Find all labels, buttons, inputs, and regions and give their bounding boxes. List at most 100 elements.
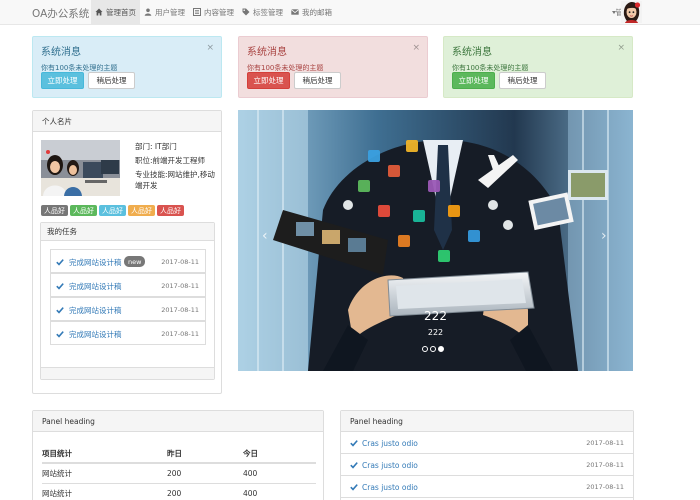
chevron-down-icon[interactable]	[612, 11, 616, 14]
profile-photo	[41, 140, 120, 196]
avatar[interactable]	[621, 1, 642, 23]
carousel-indicator[interactable]	[430, 346, 436, 352]
image-carousel[interactable]: ‹ › 222 222	[238, 110, 633, 371]
column-header: 昨日	[167, 444, 243, 464]
nav-item-label: 内容管理	[204, 7, 234, 17]
top-navbar: OA办公系统 管理首页 用户管理 内容管理 标签管理 我的邮箱 管理员	[0, 0, 700, 25]
label-badge: 人品好	[99, 205, 126, 216]
table-cell: 200	[167, 483, 243, 500]
profile-position: 职位:前端开发工程师	[135, 156, 206, 165]
task-link[interactable]: 完成网站设计稿	[69, 257, 122, 268]
table-cell: 网站统计	[42, 483, 167, 500]
task-date: 2017-08-11	[161, 258, 199, 266]
user-icon	[144, 8, 152, 16]
task-date: 2017-08-11	[161, 306, 199, 314]
list-item[interactable]: 完成网站设计稿 new 2017-08-11	[50, 249, 206, 273]
list-panel: Panel heading Cras justo odio 2017-08-11…	[340, 410, 634, 500]
handle-later-button[interactable]: 稍后处理	[294, 72, 341, 89]
nav-item-label: 管理首页	[106, 7, 136, 17]
alert-title: 系统消息	[247, 47, 287, 58]
carousel-indicator[interactable]	[422, 346, 428, 352]
close-icon[interactable]: ×	[412, 43, 420, 53]
carousel-next-arrow[interactable]: ›	[601, 228, 607, 244]
task-date: 2017-08-11	[161, 282, 199, 290]
table-cell: 400	[243, 483, 316, 500]
close-icon[interactable]: ×	[206, 43, 214, 53]
handle-now-button[interactable]: 立即处理	[41, 72, 84, 89]
checkmark-icon	[350, 484, 358, 491]
nav-item-tags[interactable]: 标签管理	[238, 0, 287, 24]
nav-item-mail[interactable]: 我的邮箱	[287, 0, 336, 24]
main-nav: 管理首页 用户管理 内容管理 标签管理 我的邮箱	[91, 0, 336, 24]
nav-item-label: 标签管理	[253, 7, 283, 17]
column-header: 项目统计	[42, 444, 167, 464]
list-item[interactable]: 完成网站设计稿 2017-08-11	[50, 321, 206, 345]
stats-panel: Panel heading 项目统计 昨日 今日 网站统计 200 400 网站…	[32, 410, 324, 500]
task-link[interactable]: 完成网站设计稿	[69, 329, 122, 340]
my-tasks-heading: 我的任务	[41, 223, 214, 241]
nav-item-home[interactable]: 管理首页	[91, 0, 140, 24]
profile-card-heading: 个人名片	[33, 111, 221, 132]
list-item-link[interactable]: Cras justo odio	[362, 439, 418, 448]
brand-logo-text[interactable]: OA办公系统	[32, 6, 89, 21]
label-badge: 人品好	[70, 205, 97, 216]
system-message-alert-success: 系统消息 你有100条未处理的主题 × 立即处理 稍后处理	[443, 36, 633, 98]
profile-card-panel: 个人名片 部门: IT部门 职位:前端开发工程师 专业技能:网站维护,移动端开发…	[32, 110, 222, 394]
handle-later-button[interactable]: 稍后处理	[88, 72, 135, 89]
list-item[interactable]: Cras justo odio 2017-08-11	[341, 432, 633, 454]
list-item-date: 2017-08-11	[586, 461, 624, 469]
task-date: 2017-08-11	[161, 330, 199, 338]
table-row: 网站统计 200 400	[42, 463, 316, 484]
list-item[interactable]: Cras justo odio 2017-08-11	[341, 454, 633, 476]
task-link[interactable]: 完成网站设计稿	[69, 281, 122, 292]
profile-info: 部门: IT部门 职位:前端开发工程师 专业技能:网站维护,移动端开发	[135, 141, 219, 194]
alert-title: 系统消息	[41, 47, 81, 58]
handle-later-button[interactable]: 稍后处理	[499, 72, 546, 89]
stats-panel-heading: Panel heading	[33, 411, 323, 432]
checkmark-icon	[56, 307, 64, 314]
checkmark-icon	[350, 462, 358, 469]
new-badge: new	[124, 256, 146, 267]
column-header: 今日	[243, 444, 316, 464]
checkmark-icon	[350, 440, 358, 447]
alert-title: 系统消息	[452, 47, 492, 58]
table-cell: 400	[243, 463, 316, 484]
nav-item-content[interactable]: 内容管理	[189, 0, 238, 24]
my-tasks-panel: 我的任务 完成网站设计稿 new 2017-08-11 完成网站设计稿 2017…	[40, 222, 215, 380]
system-message-alert-info: 系统消息 你有100条未处理的主题 × 立即处理 稍后处理	[32, 36, 222, 98]
list-item[interactable]: Cras justo odio 2017-08-11	[341, 476, 633, 498]
list-item-date: 2017-08-11	[586, 483, 624, 491]
list-item-link[interactable]: Cras justo odio	[362, 483, 418, 492]
list-item-date: 2017-08-11	[586, 439, 624, 447]
carousel-indicators	[422, 346, 446, 352]
list-item[interactable]: 完成网站设计稿 2017-08-11	[50, 273, 206, 297]
task-link[interactable]: 完成网站设计稿	[69, 305, 122, 316]
handle-now-button[interactable]: 立即处理	[452, 72, 495, 89]
handle-now-button[interactable]: 立即处理	[247, 72, 290, 89]
checkmark-icon	[56, 283, 64, 290]
carousel-caption-text: 222	[427, 328, 444, 337]
table-cell: 网站统计	[42, 463, 167, 484]
carousel-indicator-active[interactable]	[438, 346, 444, 352]
checkmark-icon	[56, 259, 64, 266]
label-badge: 人品好	[157, 205, 184, 216]
checkmark-icon	[56, 331, 64, 338]
close-icon[interactable]: ×	[617, 43, 625, 53]
list-item[interactable]: 完成网站设计稿 2017-08-11	[50, 297, 206, 321]
table-row: 网站统计 200 400	[42, 483, 316, 500]
envelope-icon	[291, 9, 299, 15]
nav-item-label: 用户管理	[155, 7, 185, 17]
nav-item-users[interactable]: 用户管理	[140, 0, 189, 24]
carousel-caption-title: 222	[424, 309, 447, 323]
carousel-prev-arrow[interactable]: ‹	[262, 228, 268, 244]
table-header-row: 项目统计 昨日 今日	[42, 444, 316, 464]
table-cell: 200	[167, 463, 243, 484]
label-badge: 人品好	[128, 205, 155, 216]
list-panel-heading: Panel heading	[341, 411, 633, 432]
tasks-panel-footer	[41, 367, 214, 379]
list-icon	[193, 8, 201, 16]
system-message-alert-danger: 系统消息 你有100条未处理的主题 × 立即处理 稍后处理	[238, 36, 428, 98]
home-icon	[95, 8, 103, 16]
list-item-link[interactable]: Cras justo odio	[362, 461, 418, 470]
nav-item-label: 我的邮箱	[302, 7, 332, 17]
